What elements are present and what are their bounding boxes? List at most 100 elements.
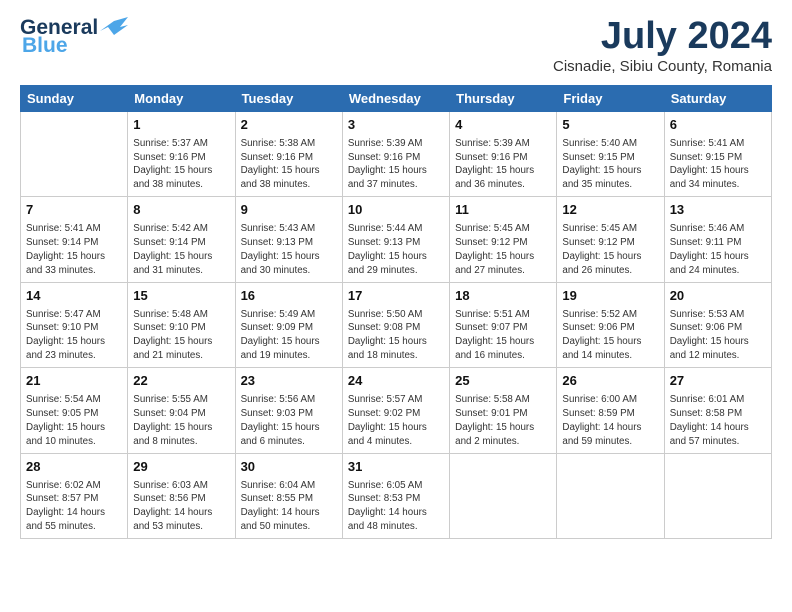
logo: General Blue bbox=[20, 16, 128, 58]
calendar-week-row: 7 Sunrise: 5:41 AM Sunset: 9:14 PM Daylig… bbox=[21, 197, 772, 282]
day-info: Sunrise: 5:48 AM Sunset: 9:10 PM Dayligh… bbox=[133, 308, 229, 364]
day-info: Sunrise: 5:43 AM Sunset: 9:13 PM Dayligh… bbox=[241, 222, 337, 278]
day-info: Sunrise: 5:56 AM Sunset: 9:03 PM Dayligh… bbox=[241, 393, 337, 449]
calendar-day-3: 3Sunrise: 5:39 AM Sunset: 9:16 PM Daylig… bbox=[342, 111, 449, 196]
day-info: Sunrise: 5:45 AM Sunset: 9:12 PM Dayligh… bbox=[562, 222, 658, 278]
weekday-header-tuesday: Tuesday bbox=[235, 85, 342, 111]
calendar-table: SundayMondayTuesdayWednesdayThursdayFrid… bbox=[20, 85, 772, 539]
day-number: 25 bbox=[455, 372, 551, 391]
day-number: 21 bbox=[26, 372, 122, 391]
day-info: Sunrise: 5:45 AM Sunset: 9:12 PM Dayligh… bbox=[455, 222, 551, 278]
calendar-week-row: 14 Sunrise: 5:47 AM Sunset: 9:10 PM Dayli… bbox=[21, 282, 772, 367]
day-info: Sunrise: 5:46 AM Sunset: 9:11 PM Dayligh… bbox=[670, 222, 766, 278]
calendar-day-14: 14 Sunrise: 5:47 AM Sunset: 9:10 PM Dayli… bbox=[21, 282, 128, 367]
calendar-header-row: SundayMondayTuesdayWednesdayThursdayFrid… bbox=[21, 85, 772, 111]
logo-blue: Blue bbox=[22, 34, 68, 58]
day-info: Sunrise: 5:57 AM Sunset: 9:02 PM Dayligh… bbox=[348, 393, 444, 449]
calendar-day-2: 2 Sunrise: 5:38 AM Sunset: 9:16 PM Daylig… bbox=[235, 111, 342, 196]
day-info: Sunrise: 5:52 AM Sunset: 9:06 PM Dayligh… bbox=[562, 308, 658, 364]
day-number: 30 bbox=[241, 458, 337, 477]
calendar-day-26: 26 Sunrise: 6:00 AM Sunset: 8:59 PM Dayli… bbox=[557, 368, 664, 453]
day-info: Sunrise: 5:47 AM Sunset: 9:10 PM Dayligh… bbox=[26, 308, 122, 364]
calendar-day-13: 13 Sunrise: 5:46 AM Sunset: 9:11 PM Dayli… bbox=[664, 197, 771, 282]
weekday-header-friday: Friday bbox=[557, 85, 664, 111]
calendar-day-empty bbox=[21, 111, 128, 196]
calendar-week-row: 1 Sunrise: 5:37 AM Sunset: 9:16 PM Daylig… bbox=[21, 111, 772, 196]
weekday-header-saturday: Saturday bbox=[664, 85, 771, 111]
day-number: 10 bbox=[348, 201, 444, 220]
month-title: July 2024 bbox=[553, 16, 772, 58]
day-info: Sunrise: 5:50 AM Sunset: 9:08 PM Dayligh… bbox=[348, 308, 444, 364]
calendar-day-4: 4 Sunrise: 5:39 AM Sunset: 9:16 PM Daylig… bbox=[450, 111, 557, 196]
day-number: 23 bbox=[241, 372, 337, 391]
calendar-week-row: 28 Sunrise: 6:02 AM Sunset: 8:57 PM Dayli… bbox=[21, 453, 772, 538]
day-info: Sunrise: 5:53 AM Sunset: 9:06 PM Dayligh… bbox=[670, 308, 766, 364]
day-number: 11 bbox=[455, 201, 551, 220]
day-number: 6 bbox=[670, 116, 766, 135]
calendar-day-10: 10 Sunrise: 5:44 AM Sunset: 9:13 PM Dayli… bbox=[342, 197, 449, 282]
calendar-day-17: 17 Sunrise: 5:50 AM Sunset: 9:08 PM Dayli… bbox=[342, 282, 449, 367]
day-info: Sunrise: 6:00 AM Sunset: 8:59 PM Dayligh… bbox=[562, 393, 658, 449]
day-number: 15 bbox=[133, 287, 229, 306]
day-number: 13 bbox=[670, 201, 766, 220]
day-info: Sunrise: 5:39 AM Sunset: 9:16 PM Dayligh… bbox=[455, 137, 551, 193]
day-info: Sunrise: 5:58 AM Sunset: 9:01 PM Dayligh… bbox=[455, 393, 551, 449]
calendar-day-29: 29 Sunrise: 6:03 AM Sunset: 8:56 PM Dayli… bbox=[128, 453, 235, 538]
page: General Blue July 2024 Cisnadie, Sibiu C… bbox=[0, 0, 792, 612]
day-number: 12 bbox=[562, 201, 658, 220]
day-info: Sunrise: 5:40 AM Sunset: 9:15 PM Dayligh… bbox=[562, 137, 658, 193]
day-number: 29 bbox=[133, 458, 229, 477]
day-info: Sunrise: 6:02 AM Sunset: 8:57 PM Dayligh… bbox=[26, 479, 122, 535]
day-number: 26 bbox=[562, 372, 658, 391]
day-number: 18 bbox=[455, 287, 551, 306]
calendar-day-6: 6 Sunrise: 5:41 AM Sunset: 9:15 PM Daylig… bbox=[664, 111, 771, 196]
day-number: 16 bbox=[241, 287, 337, 306]
calendar-day-23: 23 Sunrise: 5:56 AM Sunset: 9:03 PM Dayli… bbox=[235, 368, 342, 453]
calendar-day-16: 16 Sunrise: 5:49 AM Sunset: 9:09 PM Dayli… bbox=[235, 282, 342, 367]
calendar-day-empty bbox=[450, 453, 557, 538]
day-info: Sunrise: 6:01 AM Sunset: 8:58 PM Dayligh… bbox=[670, 393, 766, 449]
day-info: Sunrise: 5:49 AM Sunset: 9:09 PM Dayligh… bbox=[241, 308, 337, 364]
title-block: July 2024 Cisnadie, Sibiu County, Romani… bbox=[553, 16, 772, 75]
day-info: Sunrise: 5:51 AM Sunset: 9:07 PM Dayligh… bbox=[455, 308, 551, 364]
weekday-header-thursday: Thursday bbox=[450, 85, 557, 111]
day-number: 28 bbox=[26, 458, 122, 477]
calendar-day-28: 28 Sunrise: 6:02 AM Sunset: 8:57 PM Dayli… bbox=[21, 453, 128, 538]
day-number: 14 bbox=[26, 287, 122, 306]
day-info: Sunrise: 6:05 AM Sunset: 8:53 PM Dayligh… bbox=[348, 479, 444, 535]
day-number: 24 bbox=[348, 372, 444, 391]
calendar-day-1: 1 Sunrise: 5:37 AM Sunset: 9:16 PM Daylig… bbox=[128, 111, 235, 196]
day-info: Sunrise: 5:41 AM Sunset: 9:14 PM Dayligh… bbox=[26, 222, 122, 278]
calendar-day-12: 12 Sunrise: 5:45 AM Sunset: 9:12 PM Dayli… bbox=[557, 197, 664, 282]
day-number: 17 bbox=[348, 287, 444, 306]
day-number: 8 bbox=[133, 201, 229, 220]
header: General Blue July 2024 Cisnadie, Sibiu C… bbox=[20, 16, 772, 75]
day-number: 20 bbox=[670, 287, 766, 306]
day-info: Sunrise: 5:42 AM Sunset: 9:14 PM Dayligh… bbox=[133, 222, 229, 278]
calendar-day-15: 15 Sunrise: 5:48 AM Sunset: 9:10 PM Dayli… bbox=[128, 282, 235, 367]
day-info: Sunrise: 5:44 AM Sunset: 9:13 PM Dayligh… bbox=[348, 222, 444, 278]
day-number: 7 bbox=[26, 201, 122, 220]
calendar-week-row: 21Sunrise: 5:54 AM Sunset: 9:05 PM Dayli… bbox=[21, 368, 772, 453]
day-info: Sunrise: 5:37 AM Sunset: 9:16 PM Dayligh… bbox=[133, 137, 229, 193]
day-number: 27 bbox=[670, 372, 766, 391]
calendar-day-9: 9 Sunrise: 5:43 AM Sunset: 9:13 PM Daylig… bbox=[235, 197, 342, 282]
calendar-day-30: 30Sunrise: 6:04 AM Sunset: 8:55 PM Dayli… bbox=[235, 453, 342, 538]
day-number: 2 bbox=[241, 116, 337, 135]
day-info: Sunrise: 6:03 AM Sunset: 8:56 PM Dayligh… bbox=[133, 479, 229, 535]
calendar-day-22: 22Sunrise: 5:55 AM Sunset: 9:04 PM Dayli… bbox=[128, 368, 235, 453]
day-info: Sunrise: 5:41 AM Sunset: 9:15 PM Dayligh… bbox=[670, 137, 766, 193]
day-number: 31 bbox=[348, 458, 444, 477]
day-number: 9 bbox=[241, 201, 337, 220]
day-number: 4 bbox=[455, 116, 551, 135]
calendar-day-7: 7 Sunrise: 5:41 AM Sunset: 9:14 PM Daylig… bbox=[21, 197, 128, 282]
day-number: 1 bbox=[133, 116, 229, 135]
calendar-day-empty bbox=[664, 453, 771, 538]
day-info: Sunrise: 5:38 AM Sunset: 9:16 PM Dayligh… bbox=[241, 137, 337, 193]
calendar-day-empty bbox=[557, 453, 664, 538]
calendar-day-5: 5Sunrise: 5:40 AM Sunset: 9:15 PM Daylig… bbox=[557, 111, 664, 196]
weekday-header-monday: Monday bbox=[128, 85, 235, 111]
calendar-day-11: 11 Sunrise: 5:45 AM Sunset: 9:12 PM Dayli… bbox=[450, 197, 557, 282]
weekday-header-wednesday: Wednesday bbox=[342, 85, 449, 111]
calendar-day-25: 25 Sunrise: 5:58 AM Sunset: 9:01 PM Dayli… bbox=[450, 368, 557, 453]
